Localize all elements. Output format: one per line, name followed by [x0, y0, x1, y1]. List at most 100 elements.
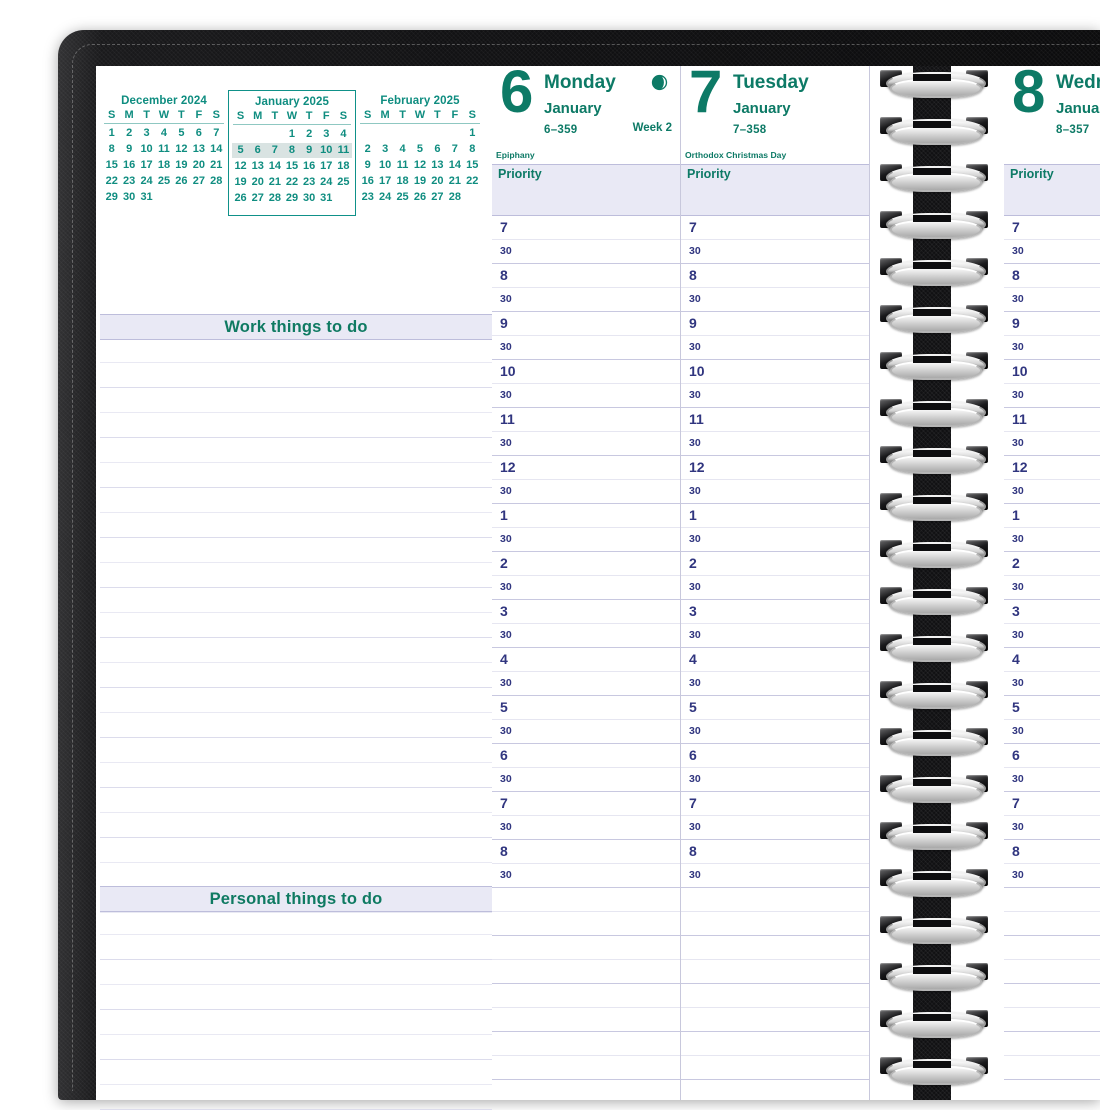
- day-blank-line[interactable]: [492, 1056, 680, 1080]
- mini-calendar-day[interactable]: 14: [208, 142, 225, 157]
- todo-line[interactable]: [100, 663, 492, 688]
- time-slot-half[interactable]: 30: [1004, 864, 1100, 888]
- todo-line[interactable]: [100, 588, 492, 613]
- mini-calendar-day[interactable]: 19: [173, 158, 190, 173]
- time-slot-half[interactable]: 30: [1004, 240, 1100, 264]
- day-blank-line[interactable]: [1004, 1032, 1100, 1056]
- time-slot-half[interactable]: 30: [1004, 384, 1100, 408]
- time-slot-half[interactable]: 30: [492, 528, 680, 552]
- todo-line[interactable]: [100, 338, 492, 363]
- mini-calendar-day[interactable]: 29: [283, 191, 300, 206]
- time-slot-hour[interactable]: 7: [1004, 216, 1100, 240]
- todo-line[interactable]: [100, 388, 492, 413]
- mini-calendar-day[interactable]: 21: [446, 174, 463, 189]
- time-slot-hour[interactable]: 2: [681, 552, 869, 576]
- mini-calendar-day[interactable]: 6: [429, 142, 446, 157]
- todo-line[interactable]: [100, 960, 492, 985]
- time-slot-hour[interactable]: 8: [681, 840, 869, 864]
- time-slot-hour[interactable]: 11: [681, 408, 869, 432]
- time-slot-hour[interactable]: 2: [1004, 552, 1100, 576]
- mini-calendar-day[interactable]: 22: [103, 174, 120, 189]
- mini-calendar-day[interactable]: 8: [464, 142, 481, 157]
- time-slot-half[interactable]: 30: [492, 240, 680, 264]
- time-slot-half[interactable]: 30: [681, 672, 869, 696]
- mini-calendar-day[interactable]: 21: [208, 158, 225, 173]
- mini-calendar-day[interactable]: 11: [394, 158, 411, 173]
- day-blank-line[interactable]: [1004, 936, 1100, 960]
- mini-calendar-day[interactable]: 11: [155, 142, 172, 157]
- mini-calendar-day[interactable]: 27: [190, 174, 207, 189]
- day-blank-line[interactable]: [1004, 888, 1100, 912]
- day-blank-line[interactable]: [681, 1056, 869, 1080]
- todo-line[interactable]: [100, 363, 492, 388]
- time-slot-half[interactable]: 30: [492, 768, 680, 792]
- mini-calendar-day[interactable]: 10: [138, 142, 155, 157]
- time-slot-hour[interactable]: 8: [1004, 840, 1100, 864]
- time-slot-hour[interactable]: 12: [492, 456, 680, 480]
- mini-calendar-day[interactable]: 7: [446, 142, 463, 157]
- day-blank-line[interactable]: [681, 1008, 869, 1032]
- day-blank-line[interactable]: [492, 1008, 680, 1032]
- mini-calendar-day[interactable]: 27: [249, 191, 266, 206]
- time-slot-half[interactable]: 30: [1004, 672, 1100, 696]
- time-slot-hour[interactable]: 9: [492, 312, 680, 336]
- day-blank-line[interactable]: [1004, 960, 1100, 984]
- mini-calendar-day[interactable]: 14: [446, 158, 463, 173]
- time-slot-half[interactable]: 30: [492, 336, 680, 360]
- day-blank-line[interactable]: [1004, 912, 1100, 936]
- todo-line[interactable]: [100, 488, 492, 513]
- day-blank-line[interactable]: [492, 1032, 680, 1056]
- todo-line[interactable]: [100, 1010, 492, 1035]
- time-slot-half[interactable]: 30: [1004, 768, 1100, 792]
- time-slot-hour[interactable]: 6: [1004, 744, 1100, 768]
- personal-todo-lines[interactable]: [100, 910, 492, 1110]
- time-slot-hour[interactable]: 6: [492, 744, 680, 768]
- todo-line[interactable]: [100, 688, 492, 713]
- todo-line[interactable]: [100, 935, 492, 960]
- time-slot-hour[interactable]: 5: [1004, 696, 1100, 720]
- time-slot-half[interactable]: 30: [681, 576, 869, 600]
- mini-calendar-day[interactable]: 3: [138, 126, 155, 141]
- time-slot-half[interactable]: 30: [492, 432, 680, 456]
- mini-calendar-day[interactable]: 25: [155, 174, 172, 189]
- time-slot-half[interactable]: 30: [681, 864, 869, 888]
- time-slot-hour[interactable]: 4: [1004, 648, 1100, 672]
- day-blank-line[interactable]: [681, 960, 869, 984]
- mini-calendar-day[interactable]: 13: [249, 159, 266, 174]
- time-slot-hour[interactable]: 8: [492, 840, 680, 864]
- mini-calendar-day[interactable]: 24: [138, 174, 155, 189]
- time-slot-half[interactable]: 30: [681, 624, 869, 648]
- day-blank-line[interactable]: [681, 888, 869, 912]
- time-slot-half[interactable]: 30: [681, 336, 869, 360]
- time-slot-hour[interactable]: 3: [681, 600, 869, 624]
- todo-line[interactable]: [100, 838, 492, 863]
- todo-line[interactable]: [100, 563, 492, 588]
- mini-calendar-day[interactable]: 15: [103, 158, 120, 173]
- mini-calendar-day[interactable]: 7: [208, 126, 225, 141]
- time-slot-half[interactable]: 30: [681, 240, 869, 264]
- time-slot-half[interactable]: 30: [492, 720, 680, 744]
- mini-calendar-days[interactable]: 1 2 3 4 5 6 7 8 9 10 11 12 13 14 15 16 17 18 19 20 21 22 23 24 2…: [356, 126, 484, 205]
- time-slot-half[interactable]: 30: [492, 864, 680, 888]
- mini-calendar-day[interactable]: 3: [376, 142, 393, 157]
- time-slot-half[interactable]: 30: [1004, 816, 1100, 840]
- mini-calendar-day[interactable]: 26: [173, 174, 190, 189]
- mini-calendar-day[interactable]: 9: [300, 143, 318, 158]
- mini-calendar-day[interactable]: 10: [376, 158, 393, 173]
- mini-calendar-day[interactable]: 24: [318, 175, 335, 190]
- day-blank-line[interactable]: [492, 960, 680, 984]
- mini-calendar-day[interactable]: 15: [283, 159, 300, 174]
- mini-calendar-day[interactable]: 28: [266, 191, 283, 206]
- time-slot-hour[interactable]: 9: [1004, 312, 1100, 336]
- time-slot-hour[interactable]: 1: [1004, 504, 1100, 528]
- time-slot-hour[interactable]: 8: [681, 264, 869, 288]
- time-slot-half[interactable]: 30: [1004, 624, 1100, 648]
- day-trailing-lines[interactable]: [492, 888, 680, 1080]
- time-slot-hour[interactable]: 7: [681, 216, 869, 240]
- day-trailing-lines[interactable]: [1004, 888, 1100, 1080]
- mini-calendar-day[interactable]: 11: [334, 143, 352, 158]
- mini-calendar-day[interactable]: 5: [173, 126, 190, 141]
- priority-block[interactable]: Priority: [681, 164, 869, 216]
- time-slot-hour[interactable]: 7: [1004, 792, 1100, 816]
- mini-calendar-day[interactable]: 4: [155, 126, 172, 141]
